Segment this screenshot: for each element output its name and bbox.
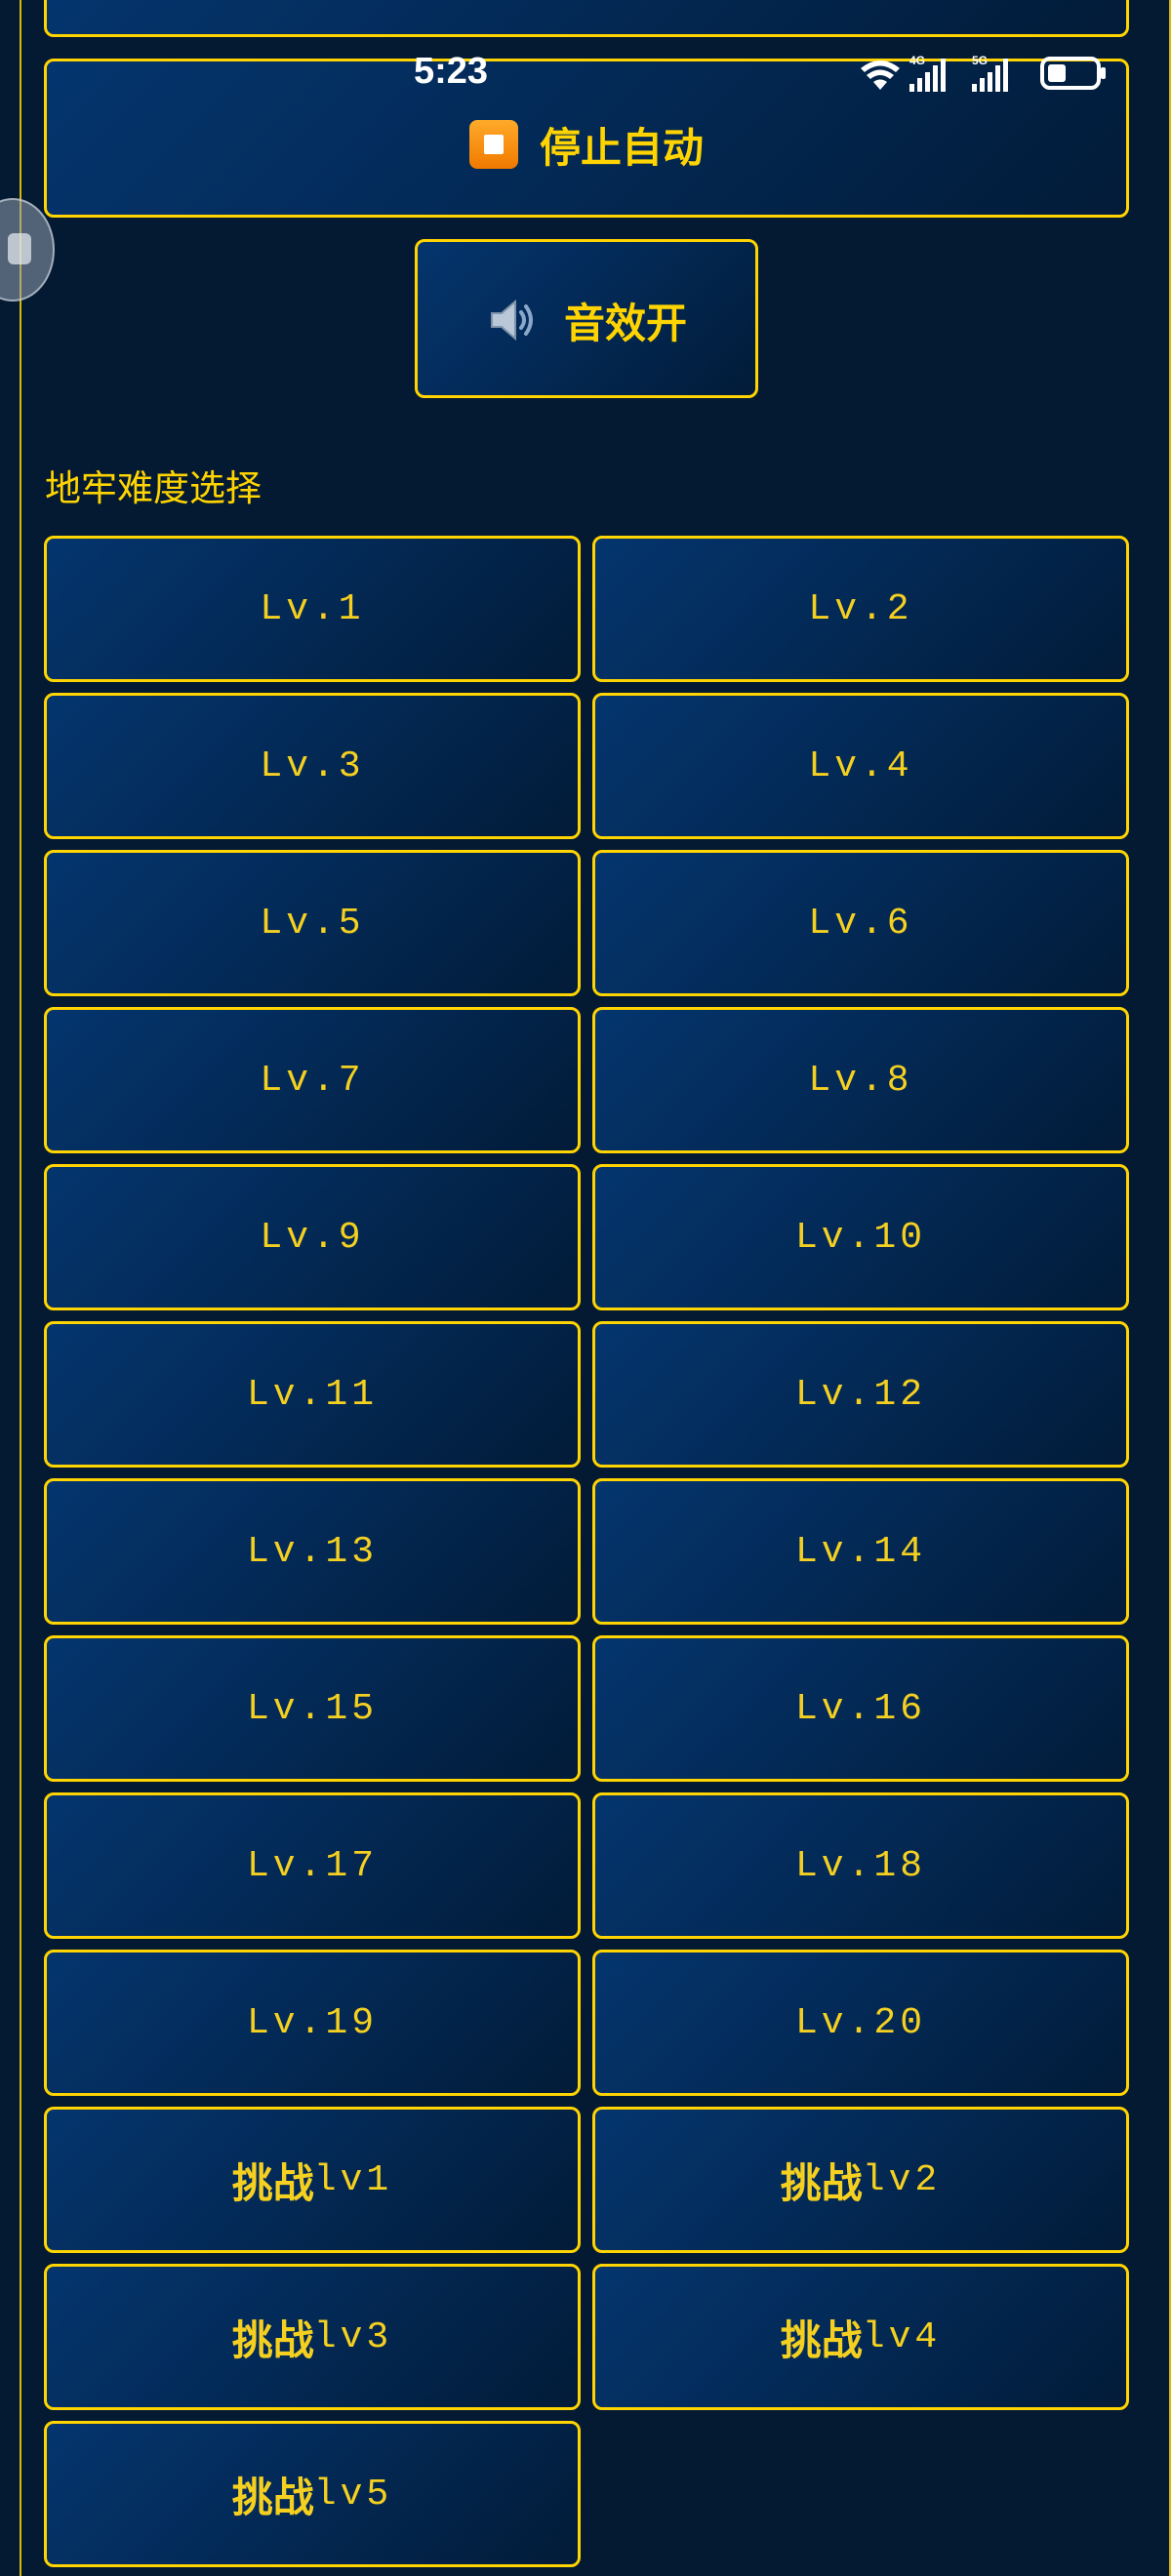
stop-square-icon [468,120,518,169]
challenge-prefix: 挑战 [231,2473,314,2521]
challenge-prefix: 挑战 [780,2315,863,2364]
sound-toggle-label: 音效开 [563,299,687,347]
level-button-19[interactable]: Lv.19 [44,1950,581,2096]
challenge-button-2[interactable]: 挑战 lv2 [592,2107,1129,2253]
challenge-prefix: 挑战 [780,2158,863,2207]
level-button-16[interactable]: Lv.16 [592,1635,1129,1782]
wifi-icon [861,60,900,90]
floating-grip [8,233,31,264]
level-button-2[interactable]: Lv.2 [592,536,1129,682]
level-button-6[interactable]: Lv.6 [592,850,1129,996]
dungeon-level-grid: Lv.1 Lv.2 Lv.3 Lv.4 Lv.5 Lv.6 Lv.7 Lv.8 … [44,536,1129,2567]
battery-icon [1040,57,1106,90]
level-button-11[interactable]: Lv.11 [44,1321,581,1468]
level-button-5[interactable]: Lv.5 [44,850,581,996]
speaker-icon [490,299,533,342]
level-button-20[interactable]: Lv.20 [592,1950,1129,2096]
level-button-8[interactable]: Lv.8 [592,1007,1129,1153]
challenge-prefix: 挑战 [231,2158,314,2207]
sound-toggle-button[interactable]: 音效开 [415,239,758,398]
status-bar: 5:23 4G 5G [0,49,1171,100]
level-button-4[interactable]: Lv.4 [592,693,1129,839]
stop-auto-label: 停止自动 [539,123,704,172]
challenge-button-3[interactable]: 挑战 lv3 [44,2264,581,2410]
level-button-18[interactable]: Lv.18 [592,1792,1129,1939]
level-button-15[interactable]: Lv.15 [44,1635,581,1782]
network-label-4g: 4G [909,54,925,67]
level-button-12[interactable]: Lv.12 [592,1321,1129,1468]
level-button-1[interactable]: Lv.1 [44,536,581,682]
challenge-suffix: lv2 [862,2158,942,2201]
challenge-button-5[interactable]: 挑战 lv5 [44,2421,581,2567]
challenge-suffix: lv1 [313,2158,393,2201]
challenge-suffix: lv4 [862,2315,942,2358]
challenge-suffix: lv5 [313,2473,393,2516]
challenge-button-4[interactable]: 挑战 lv4 [592,2264,1129,2410]
level-button-3[interactable]: Lv.3 [44,693,581,839]
network-label-5g: 5G [972,54,988,67]
level-button-13[interactable]: Lv.13 [44,1478,581,1625]
challenge-suffix: lv3 [313,2315,393,2358]
level-button-17[interactable]: Lv.17 [44,1792,581,1939]
level-button-14[interactable]: Lv.14 [592,1478,1129,1625]
level-button-10[interactable]: Lv.10 [592,1164,1129,1310]
previous-button-partial[interactable] [44,0,1129,37]
section-title: 地牢难度选择 [45,467,262,509]
status-time: 5:23 [414,51,489,92]
level-button-7[interactable]: Lv.7 [44,1007,581,1153]
challenge-prefix: 挑战 [231,2315,314,2364]
status-icons: 4G 5G [861,54,1106,92]
frame-border-left [20,0,21,2576]
challenge-button-1[interactable]: 挑战 lv1 [44,2107,581,2253]
level-button-9[interactable]: Lv.9 [44,1164,581,1310]
